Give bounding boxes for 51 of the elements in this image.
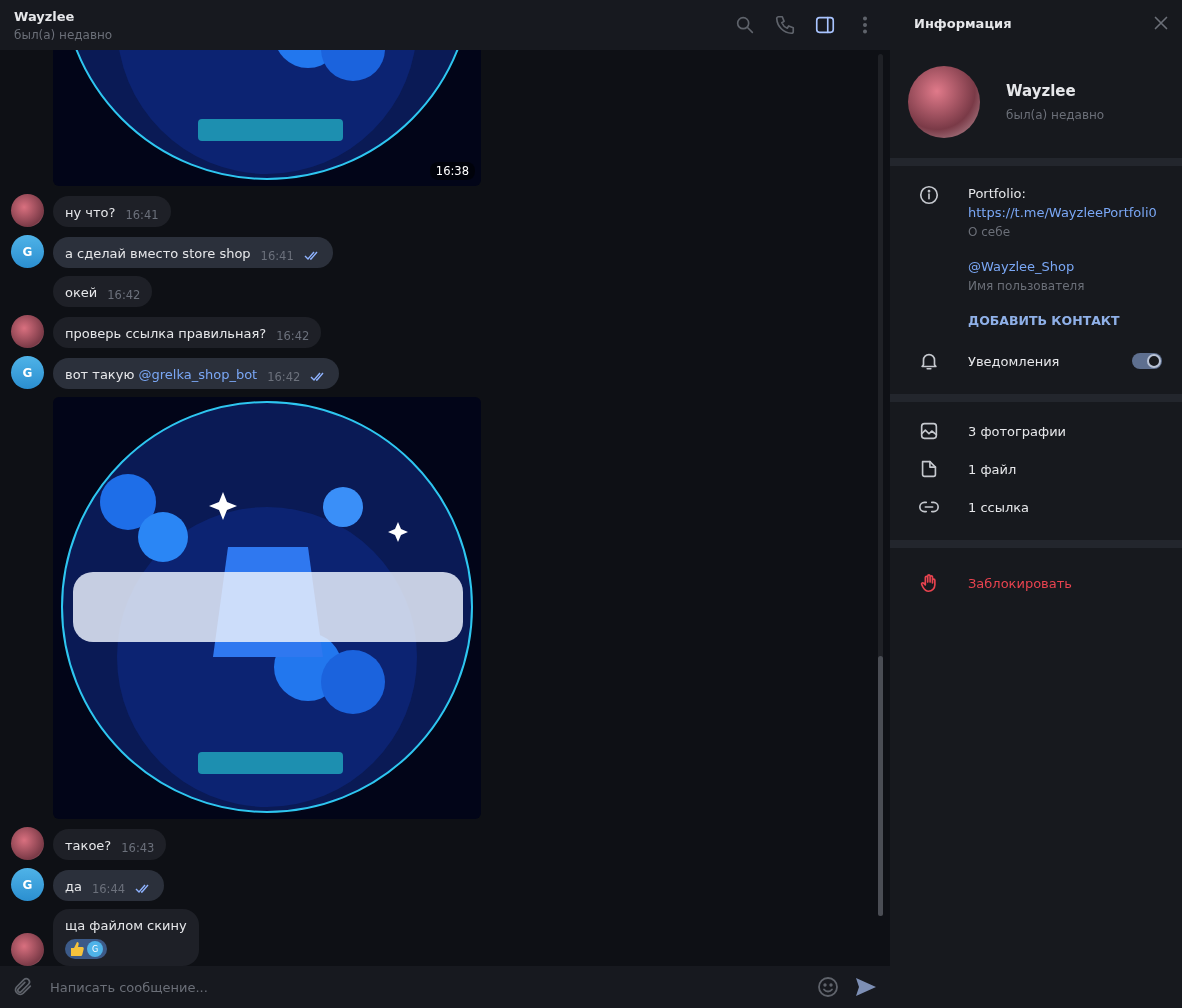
- sidebar-toggle-icon[interactable]: [814, 14, 836, 36]
- block-user-link[interactable]: Заблокировать: [968, 575, 1182, 591]
- message-composer[interactable]: Написать сообщение...: [0, 966, 890, 1008]
- emoji-icon[interactable]: [816, 975, 840, 999]
- info-icon[interactable]: [918, 184, 940, 206]
- panel-title: Информация: [914, 15, 1012, 31]
- media-link[interactable]: 3 фотографии: [968, 423, 1182, 439]
- paperclip-icon[interactable]: [12, 976, 34, 998]
- avatar[interactable]: [11, 194, 44, 227]
- thumbs-up-icon: [69, 941, 85, 957]
- reactor-avatar: G: [87, 941, 103, 957]
- message-text: вот такую @grelka_shop_bot: [65, 367, 258, 382]
- message-time: 16:42: [107, 288, 141, 302]
- bio-text: Portfolio:: [968, 185, 1027, 203]
- field-caption: Имя пользователя: [968, 279, 1086, 293]
- message-text: окей: [65, 285, 98, 300]
- username-value[interactable]: @Wayzlee_Shop: [968, 257, 1157, 276]
- mention-link[interactable]: @grelka_shop_bot: [138, 367, 258, 382]
- notifications-label: Уведомления: [968, 353, 1061, 369]
- bio-link[interactable]: https://t.me/WayzleePortfoli0: [968, 203, 1157, 222]
- phone-icon[interactable]: [774, 14, 796, 36]
- message-time: 16:38: [429, 162, 475, 180]
- profile-status: был(а) недавно: [1006, 108, 1105, 122]
- profile-name: Wayzlee: [1006, 82, 1077, 100]
- avatar[interactable]: [11, 315, 44, 348]
- field-caption: О себе: [968, 225, 1012, 239]
- avatar[interactable]: [11, 933, 44, 966]
- message-text: ща файлом скину: [65, 918, 187, 933]
- message-text: такое?: [65, 838, 112, 853]
- message-text: да: [65, 879, 82, 894]
- message-text: ну что?: [65, 205, 116, 220]
- message-time: 16:42: [267, 370, 301, 384]
- message-time: 16:41: [260, 249, 294, 263]
- add-contact-button[interactable]: ДОБАВИТЬ КОНТАКТ: [968, 313, 1157, 328]
- send-icon[interactable]: [854, 975, 878, 999]
- media-link[interactable]: 1 файл: [968, 461, 1182, 477]
- chat-status: был(а) недавно: [14, 27, 114, 42]
- image-icon[interactable]: [918, 420, 940, 442]
- scrollbar[interactable]: [878, 54, 883, 916]
- search-icon[interactable]: [734, 14, 756, 36]
- chat-title: Wayzlee: [14, 8, 76, 24]
- message-time: 16:44: [91, 882, 126, 896]
- avatar[interactable]: [11, 827, 44, 860]
- message-time: 16:41: [125, 208, 159, 222]
- media-link[interactable]: 1 ссылка: [968, 499, 1182, 515]
- notifications-toggle[interactable]: [1132, 353, 1162, 369]
- message-time: 16:42: [276, 329, 310, 343]
- message-time: 16:43: [121, 841, 155, 855]
- message-text: а сделай вместо store shop: [65, 246, 251, 261]
- message-input[interactable]: Написать сообщение...: [48, 978, 802, 996]
- message-text: проверь ссылка правильная?: [65, 326, 267, 341]
